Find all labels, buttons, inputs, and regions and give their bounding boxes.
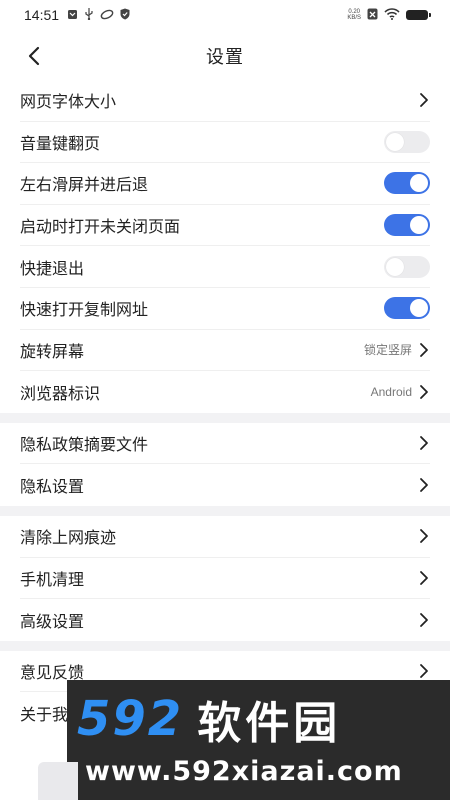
- back-button[interactable]: [16, 36, 52, 76]
- settings-row-label: 快捷退出: [20, 258, 85, 278]
- toggle-knob: [410, 174, 428, 193]
- toggle-knob: [386, 132, 404, 151]
- toggle-knob: [410, 216, 428, 235]
- settings-row-label: 启动时打开未关闭页面: [20, 217, 181, 237]
- settings-list: 网页字体大小 音量键翻页左右滑屏并进后退启动时打开未关闭页面 快捷退出快速打开复制网…: [0, 80, 450, 734]
- notification-icon: [67, 9, 78, 22]
- toggle-switch[interactable]: [384, 172, 430, 195]
- chevron-left-icon: [28, 46, 40, 66]
- settings-row-label: 快速打开复制网址: [20, 300, 149, 320]
- net-speed-unit: KB/S: [347, 15, 361, 21]
- status-right: 0.20 KB/S: [347, 8, 431, 22]
- status-left: 14:51: [24, 7, 130, 23]
- settings-row-label: 左右滑屏并进后退: [20, 175, 149, 195]
- settings-row[interactable]: 浏览器标识 Android: [20, 371, 430, 413]
- settings-row[interactable]: 手机清理: [20, 558, 430, 600]
- network-speed: 0.20 KB/S: [347, 9, 361, 21]
- toggle-switch[interactable]: [384, 297, 430, 320]
- settings-row[interactable]: 网页字体大小: [20, 80, 430, 122]
- settings-row-value: 锁定竖屏: [363, 343, 412, 358]
- settings-section: 隐私政策摘要文件 隐私设置: [0, 423, 450, 506]
- settings-row-value: Android: [370, 384, 412, 399]
- settings-row-label: 高级设置: [20, 611, 85, 631]
- toggle-knob: [410, 299, 428, 318]
- settings-section: 清除上网痕迹 手机清理高级设置: [0, 516, 450, 641]
- settings-row[interactable]: 隐私政策摘要文件: [20, 423, 430, 465]
- chevron-right-icon: [418, 92, 430, 108]
- usb-icon: [84, 8, 94, 22]
- toggle-switch[interactable]: [384, 214, 430, 237]
- settings-section: 网页字体大小 音量键翻页左右滑屏并进后退启动时打开未关闭页面 快捷退出快速打开复制网…: [0, 80, 450, 413]
- sim-icon: [367, 8, 378, 22]
- settings-row[interactable]: 启动时打开未关闭页面: [20, 205, 430, 247]
- chevron-right-icon: [418, 435, 430, 451]
- status-time: 14:51: [24, 7, 60, 23]
- page-title: 设置: [206, 47, 244, 68]
- chevron-right-icon: [418, 528, 430, 544]
- settings-row[interactable]: 快速打开复制网址: [20, 288, 430, 330]
- settings-row-label: 网页字体大小: [20, 92, 117, 112]
- toggle-switch[interactable]: [384, 255, 430, 278]
- settings-row-label: 手机清理: [20, 569, 85, 589]
- watermark-number: 592: [77, 691, 184, 747]
- section-divider: [0, 412, 450, 423]
- chevron-right-icon: [418, 570, 430, 586]
- toggle-switch[interactable]: [384, 130, 430, 153]
- settings-row-label: 隐私政策摘要文件: [20, 435, 149, 455]
- toggle-knob: [386, 257, 404, 276]
- battery-icon: [406, 10, 431, 20]
- chevron-right-icon: [418, 477, 430, 493]
- watermark-brand-text: 软件园: [197, 698, 342, 749]
- settings-row[interactable]: 清除上网痕迹: [20, 516, 430, 558]
- header: 设置: [0, 36, 450, 76]
- watermark-brand: 592 软件园: [77, 691, 447, 749]
- chevron-right-icon: [418, 663, 430, 679]
- settings-row-label: 旋转屏幕: [20, 341, 85, 361]
- settings-row[interactable]: 高级设置: [20, 599, 430, 641]
- settings-row[interactable]: 快捷退出: [20, 246, 430, 288]
- settings-row-label: 隐私设置: [20, 477, 85, 497]
- wifi-icon: [384, 8, 400, 22]
- watermark-overlay: 592 软件园 www.592xiazai.com: [67, 680, 450, 800]
- chevron-right-icon: [418, 384, 430, 400]
- status-bar: 14:51 0.20 KB/S: [0, 0, 450, 30]
- settings-row[interactable]: 音量键翻页: [20, 122, 430, 164]
- settings-row-label: 清除上网痕迹: [20, 528, 117, 548]
- sync-icon: [100, 9, 114, 22]
- watermark-url: www.592xiazai.com: [85, 756, 403, 787]
- section-divider: [0, 640, 450, 651]
- settings-row[interactable]: 隐私设置: [20, 464, 430, 506]
- settings-row[interactable]: 旋转屏幕 锁定竖屏: [20, 330, 430, 372]
- settings-row[interactable]: 左右滑屏并进后退: [20, 163, 430, 205]
- chevron-right-icon: [418, 342, 430, 358]
- chevron-right-icon: [418, 612, 430, 628]
- settings-row-label: 浏览器标识: [20, 383, 101, 403]
- section-divider: [0, 505, 450, 516]
- shield-icon: [120, 8, 130, 22]
- bottom-button[interactable]: [38, 762, 78, 800]
- settings-row-label: 音量键翻页: [20, 133, 101, 153]
